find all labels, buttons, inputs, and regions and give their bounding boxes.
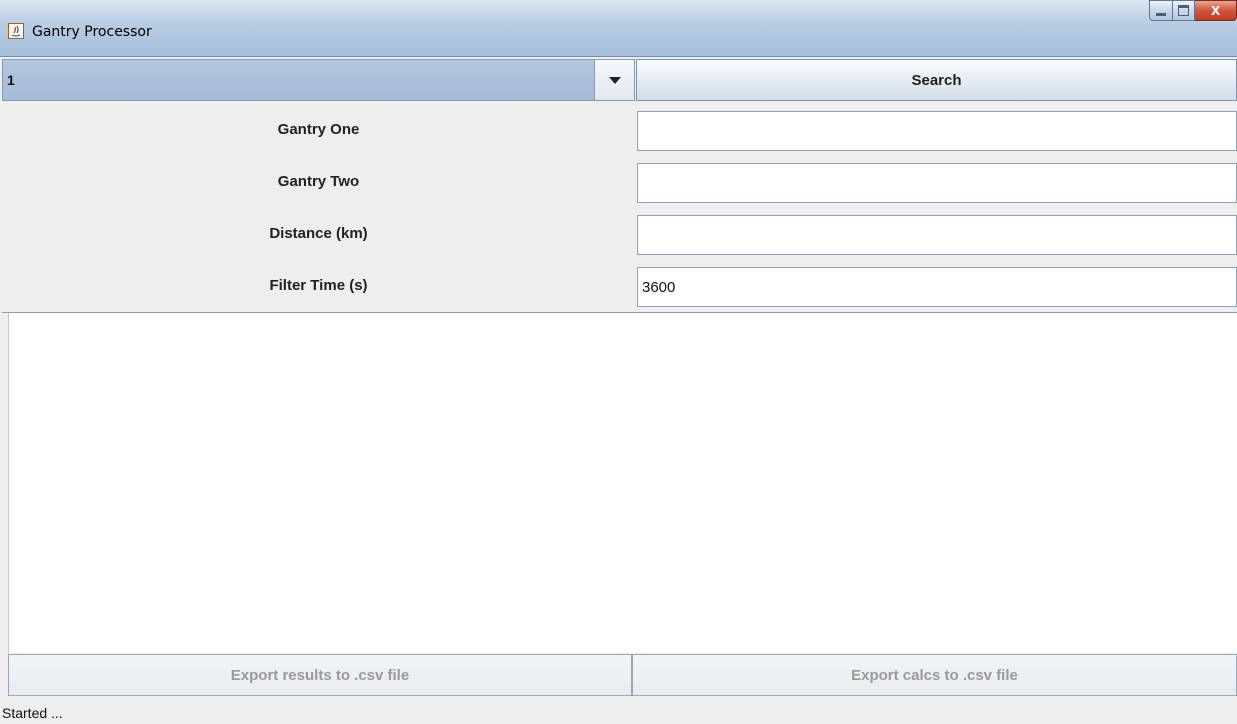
form-row-distance: Distance (km)	[2, 207, 1237, 259]
java-app-icon	[8, 23, 24, 39]
gantry-one-label: Gantry One	[277, 120, 360, 138]
form-row-filter-time: Filter Time (s)	[2, 259, 1237, 311]
app-window: Gantry Processor X 1 Search Gantry One G…	[0, 0, 1237, 724]
window-controls: X	[1069, 0, 1237, 40]
maximize-button[interactable]	[1172, 0, 1196, 21]
maximize-icon	[1177, 5, 1189, 16]
status-text: Started ...	[2, 705, 63, 721]
dropdown-arrow-button[interactable]	[594, 60, 634, 100]
export-calcs-button[interactable]: Export calcs to .csv file	[632, 654, 1237, 696]
dropdown-selected-value: 1	[7, 72, 15, 88]
close-button[interactable]: X	[1195, 0, 1237, 21]
gantry-two-field[interactable]	[637, 163, 1237, 203]
record-select-dropdown[interactable]: 1	[2, 59, 635, 101]
gantry-two-label: Gantry Two	[277, 172, 360, 190]
status-bar: Started ...	[0, 697, 1237, 724]
distance-label: Distance (km)	[269, 224, 368, 242]
minimize-icon	[1155, 13, 1166, 16]
title-bar[interactable]: Gantry Processor X	[0, 0, 1237, 57]
export-results-button[interactable]: Export results to .csv file	[8, 654, 632, 696]
gantry-one-field[interactable]	[637, 111, 1237, 151]
parameters-form: Gantry One Gantry Two Distance (km) Filt…	[2, 103, 1237, 313]
close-icon: X	[1211, 3, 1221, 18]
form-row-gantry-two: Gantry Two	[2, 155, 1237, 207]
results-panel[interactable]	[8, 313, 1237, 653]
minimize-button[interactable]	[1149, 0, 1173, 21]
filter-time-label: Filter Time (s)	[269, 276, 368, 294]
search-button[interactable]: Search	[636, 59, 1237, 101]
distance-field[interactable]	[637, 215, 1237, 255]
chevron-down-icon	[608, 76, 621, 84]
form-row-gantry-one: Gantry One	[2, 103, 1237, 155]
filter-time-field[interactable]	[637, 267, 1237, 307]
window-title: Gantry Processor	[32, 24, 152, 40]
